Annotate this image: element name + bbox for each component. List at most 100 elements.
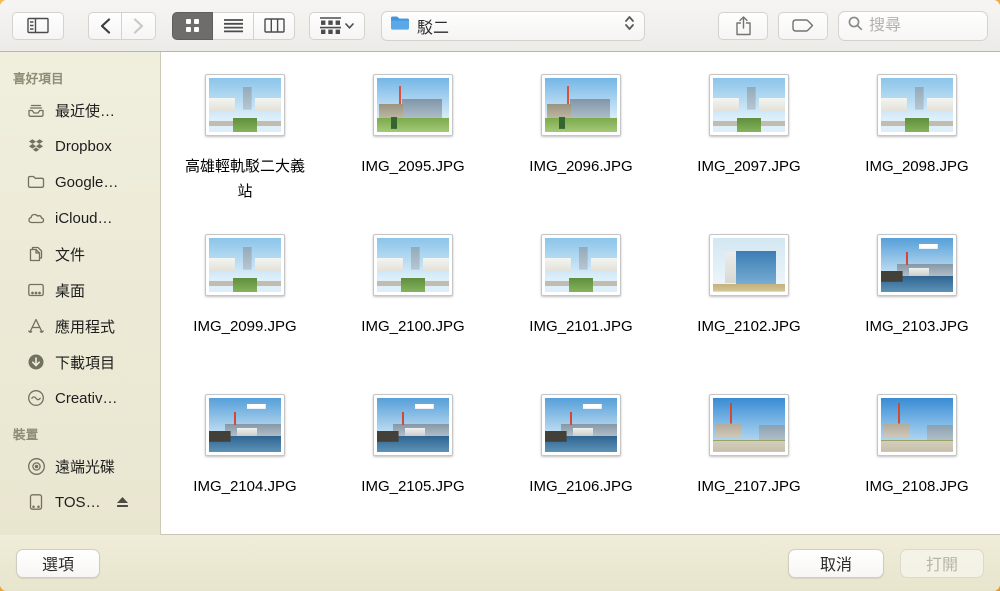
sidebar-item[interactable]: 遠端光碟 <box>0 448 160 484</box>
file-item[interactable]: IMG_2095.JPG <box>329 74 497 234</box>
sidebar-item[interactable]: Google… <box>0 164 160 200</box>
file-item[interactable]: IMG_2106.JPG <box>497 394 665 534</box>
current-folder-dropdown[interactable]: 駁二 <box>381 10 645 41</box>
arrange-by-button[interactable] <box>309 11 365 40</box>
open-file-dialog: 駁二 搜尋 喜好項目 最近使… Dropbox Google… iCloud… … <box>0 0 1000 591</box>
file-thumbnail <box>877 234 957 296</box>
thumbnail-photo <box>881 78 953 132</box>
dialog-content: 喜好項目 最近使… Dropbox Google… iCloud… 文件 桌面 應用程式 下載項… <box>0 52 1000 535</box>
thumbnail-photo <box>545 238 617 292</box>
back-button[interactable] <box>88 11 122 40</box>
file-thumbnail <box>373 74 453 136</box>
search-input[interactable] <box>869 16 978 35</box>
file-item[interactable]: IMG_2098.JPG <box>833 74 1000 234</box>
file-thumbnail <box>205 394 285 456</box>
sidebar: 喜好項目 最近使… Dropbox Google… iCloud… 文件 桌面 應用程式 下載項… <box>0 52 161 535</box>
file-name: IMG_2102.JPG <box>697 318 801 335</box>
file-thumbnail <box>541 74 621 136</box>
file-item[interactable]: IMG_2100.JPG <box>329 234 497 394</box>
cloud-icon <box>26 208 46 228</box>
file-name: IMG_2108.JPG <box>865 478 969 495</box>
thumbnail-photo <box>713 238 785 292</box>
file-thumbnail <box>877 74 957 136</box>
forward-button[interactable] <box>122 11 156 40</box>
thumbnail-photo <box>713 398 785 452</box>
file-item[interactable]: IMG_2099.JPG <box>161 234 329 394</box>
sidebar-item-label: 下載項目 <box>55 354 116 372</box>
group-by-icon <box>320 17 341 34</box>
sidebar-item[interactable]: 桌面 <box>0 272 160 308</box>
eject-icon[interactable] <box>116 496 129 508</box>
sidebar-item[interactable]: TOS… <box>0 484 160 520</box>
sidebar-item-label: Dropbox <box>55 137 112 155</box>
search-icon <box>848 16 863 36</box>
toggle-sidebar-button[interactable] <box>12 11 64 40</box>
file-item[interactable]: IMG_2107.JPG <box>665 394 833 534</box>
list-view-button[interactable] <box>213 11 254 40</box>
tag-button[interactable] <box>778 11 828 40</box>
navigation-buttons <box>88 11 156 40</box>
drive-icon <box>26 492 46 512</box>
cancel-button[interactable]: 取消 <box>788 548 884 578</box>
sidebar-item[interactable]: 下載項目 <box>0 344 160 380</box>
thumbnail-photo <box>377 238 449 292</box>
sidebar-item-label: 遠端光碟 <box>55 458 116 476</box>
file-thumbnail <box>373 394 453 456</box>
file-item[interactable]: IMG_2103.JPG <box>833 234 1000 394</box>
disc-icon <box>26 456 46 476</box>
sidebar-toggle-icon <box>27 17 49 34</box>
share-button[interactable] <box>718 11 768 40</box>
file-item[interactable]: IMG_2101.JPG <box>497 234 665 394</box>
file-thumbnail <box>205 234 285 296</box>
sidebar-item[interactable]: Dropbox <box>0 128 160 164</box>
document-icon <box>26 244 46 264</box>
thumbnail-photo <box>377 398 449 452</box>
sidebar-item-label: 最近使… <box>55 102 116 120</box>
chevron-down-icon <box>345 22 354 29</box>
thumbnail-photo <box>545 78 617 132</box>
sidebar-item[interactable]: iCloud… <box>0 200 160 236</box>
file-name: IMG_2098.JPG <box>865 158 969 175</box>
sidebar-item[interactable]: 文件 <box>0 236 160 272</box>
desktop-icon <box>26 280 46 300</box>
sidebar-item[interactable]: Creativ… <box>0 380 160 416</box>
file-name: IMG_2100.JPG <box>361 318 465 335</box>
file-name: IMG_2101.JPG <box>529 318 633 335</box>
search-field[interactable] <box>838 10 988 41</box>
file-thumbnail <box>709 234 789 296</box>
file-thumbnail <box>709 74 789 136</box>
downloads-icon <box>26 352 46 372</box>
file-item[interactable]: IMG_2108.JPG <box>833 394 1000 534</box>
sidebar-item-label: 應用程式 <box>55 318 116 336</box>
sidebar-item-label: 文件 <box>55 246 86 264</box>
thumbnail-photo <box>713 78 785 132</box>
up-down-chevrons-icon <box>623 15 636 36</box>
file-item[interactable]: IMG_2102.JPG <box>665 234 833 394</box>
file-thumbnail <box>373 234 453 296</box>
list-view-icon <box>223 18 243 33</box>
file-item[interactable]: IMG_2096.JPG <box>497 74 665 234</box>
view-mode-segmented-control <box>172 11 295 40</box>
sidebar-item[interactable]: 應用程式 <box>0 308 160 344</box>
file-name: IMG_2095.JPG <box>361 158 465 175</box>
sidebar-item-label: 桌面 <box>55 282 86 300</box>
file-item[interactable]: 高雄輕軌駁二大義站 <box>161 74 329 234</box>
file-item[interactable]: IMG_2105.JPG <box>329 394 497 534</box>
icon-view-button[interactable] <box>172 11 213 40</box>
file-name: IMG_2105.JPG <box>361 478 465 495</box>
column-view-button[interactable] <box>254 11 295 40</box>
thumbnail-photo <box>881 398 953 452</box>
dialog-footer: 選項 取消 打開 <box>0 535 1000 591</box>
options-button[interactable]: 選項 <box>16 548 100 578</box>
thumbnail-photo <box>209 238 281 292</box>
open-button[interactable]: 打開 <box>900 548 984 578</box>
sidebar-item[interactable]: 最近使… <box>0 92 160 128</box>
file-item[interactable]: IMG_2104.JPG <box>161 394 329 534</box>
sidebar-item-label: iCloud… <box>55 209 113 227</box>
file-name: IMG_2097.JPG <box>697 158 801 175</box>
tag-icon <box>792 19 814 32</box>
file-thumbnail <box>709 394 789 456</box>
file-item[interactable]: IMG_2097.JPG <box>665 74 833 234</box>
sidebar-item-label: Google… <box>55 173 119 191</box>
grid-view-icon <box>185 18 200 33</box>
